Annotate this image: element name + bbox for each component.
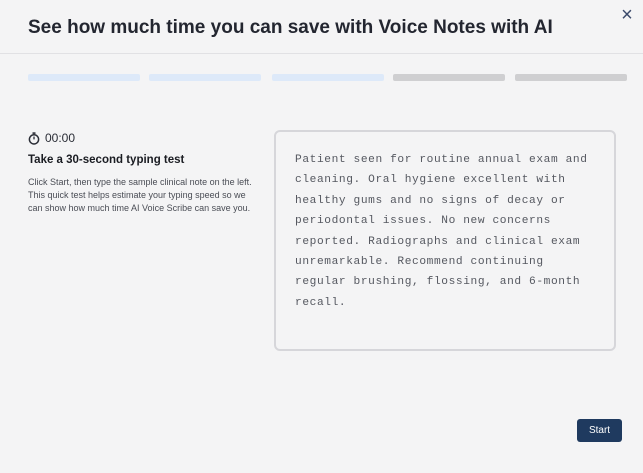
progress-segment-1 [28, 74, 140, 81]
stopwatch-icon [28, 131, 40, 145]
timer: 00:00 [28, 128, 253, 148]
test-heading: Take a 30-second typing test [28, 154, 185, 166]
progress-segment-4 [393, 74, 505, 81]
test-info-panel: 00:00 Take a 30-second typing test Click… [28, 128, 253, 215]
timer-value: 00:00 [45, 131, 76, 145]
test-instructions: Click Start, then type the sample clinic… [28, 177, 252, 213]
progress-segment-2 [149, 74, 261, 81]
start-button[interactable]: Start [577, 419, 622, 442]
sample-note-box[interactable]: Patient seen for routine annual exam and… [274, 130, 616, 351]
close-icon[interactable]: × [617, 5, 637, 25]
dialog-header: See how much time you can save with Voic… [0, 0, 643, 54]
dialog-title: See how much time you can save with Voic… [28, 17, 553, 38]
sample-note-text: Patient seen for routine annual exam and… [295, 154, 588, 309]
progress-segment-3 [272, 74, 384, 81]
step-progress-bar [28, 74, 627, 81]
progress-segment-5 [515, 74, 627, 81]
